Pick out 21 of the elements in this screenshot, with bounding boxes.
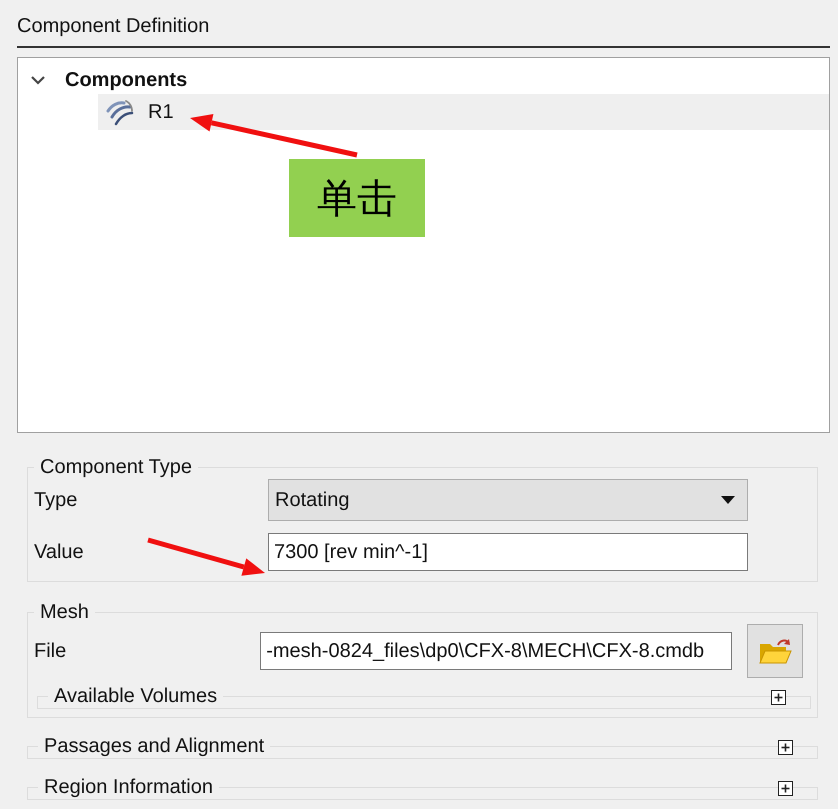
field-label: Type [34, 488, 78, 512]
section-title[interactable]: Passages and Alignment [38, 734, 270, 758]
callout-label: 单击 [289, 159, 425, 237]
expand-icon[interactable] [778, 740, 793, 755]
file-path-field[interactable]: -mesh-0824_files\dp0\CFX-8\MECH\CFX-8.cmdb [260, 632, 732, 670]
tree-item[interactable]: Components [65, 68, 188, 92]
group-title: Mesh [39, 600, 90, 624]
blade-icon [104, 97, 136, 127]
value-field[interactable]: 7300 [rev min^-1] [268, 533, 748, 571]
expand-icon[interactable] [778, 781, 793, 796]
section-title[interactable]: Region Information [38, 775, 219, 799]
section-title[interactable]: Available Volumes [48, 684, 224, 708]
expand-icon[interactable] [771, 690, 786, 705]
field-label: File [34, 639, 66, 663]
type-dropdown[interactable]: Rotating [268, 479, 748, 521]
dropdown-arrow-icon [721, 496, 735, 504]
panel-title: Component Definition [17, 0, 830, 48]
chevron-down-icon[interactable] [30, 74, 46, 86]
field-label: Value [34, 540, 84, 564]
group-title: Component Type [39, 455, 193, 479]
tree-item[interactable]: R1 [98, 94, 829, 130]
